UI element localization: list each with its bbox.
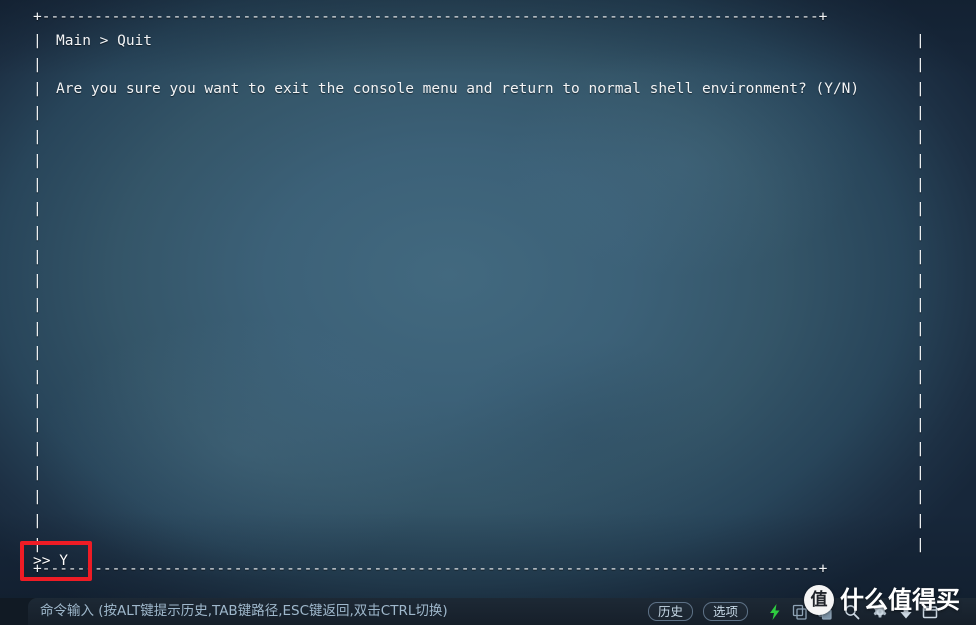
console-left-border: | [33,33,42,49]
console-right-border: | [916,537,925,553]
history-button[interactable]: 历史 [648,602,694,621]
console-right-border: | [916,57,925,73]
console-left-border: | [33,393,42,409]
confirm-question: Are you sure you want to exit the consol… [56,81,860,97]
console-left-border: | [33,57,42,73]
console-left-border: | [33,105,42,121]
console-right-border: | [916,417,925,433]
console-left-border: | [33,177,42,193]
console-right-border: | [916,33,925,49]
options-button[interactable]: 选项 [703,602,749,621]
console-left-border: | [33,489,42,505]
console-left-border: | [33,465,42,481]
console-right-border: | [916,441,925,457]
console-right-border: | [916,297,925,313]
console-left-border: | [33,297,42,313]
console-right-border: | [916,393,925,409]
console-bottom-border: +---------------------------------------… [33,561,828,577]
console-left-border: | [33,513,42,529]
console-right-border: | [916,345,925,361]
console-left-border: | [33,153,42,169]
console-left-border: | [33,81,42,97]
console-right-border: | [916,153,925,169]
watermark-badge-icon: 值 [804,585,834,615]
console-right-border: | [916,177,925,193]
command-prompt-line[interactable]: >> Y [33,549,68,573]
console-right-border: | [916,489,925,505]
command-input-hint: 命令输入 (按ALT键提示历史,TAB键路径,ESC键返回,双击CTRL切换) [40,603,448,619]
console-right-border: | [916,201,925,217]
console-top-border: +---------------------------------------… [33,9,828,25]
console-left-border: | [33,345,42,361]
console-right-border: | [916,249,925,265]
lightning-bolt-icon[interactable] [766,603,784,621]
watermark: 值 什么值得买 [800,583,976,619]
watermark-text: 什么值得买 [840,586,960,614]
console-right-border: | [916,465,925,481]
console-left-border: | [33,201,42,217]
console-right-border: | [916,369,925,385]
console-right-border: | [916,513,925,529]
console-right-border: | [916,273,925,289]
console-right-border: | [916,321,925,337]
console-left-border: | [33,249,42,265]
breadcrumb: Main > Quit [56,33,153,49]
console-left-border: | [33,321,42,337]
console-left-border: | [33,369,42,385]
console-left-border: | [33,273,42,289]
console-terminal[interactable]: +---------------------------------------… [0,0,976,598]
console-left-border: | [33,441,42,457]
console-left-border: | [33,417,42,433]
console-right-border: | [916,81,925,97]
console-left-border: | [33,225,42,241]
console-right-border: | [916,225,925,241]
console-right-border: | [916,129,925,145]
console-left-border: | [33,129,42,145]
console-right-border: | [916,105,925,121]
